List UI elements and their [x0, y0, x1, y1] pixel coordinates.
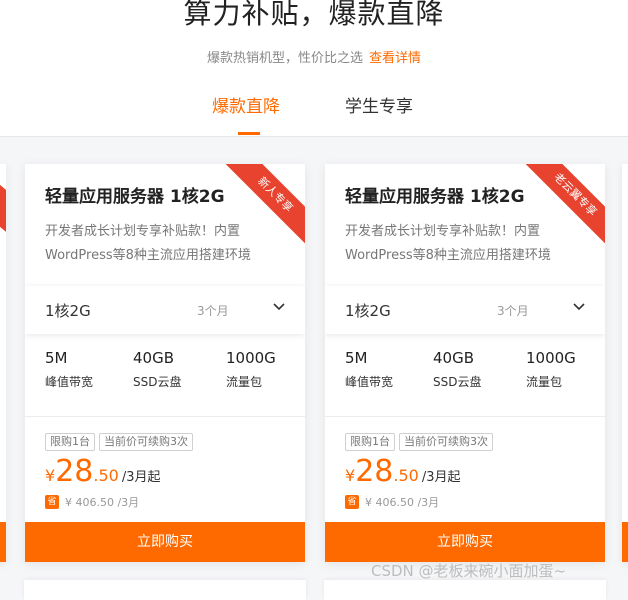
spec-value: 40GB [133, 349, 175, 367]
renewal-tag: 当前价可续购3次 [99, 433, 193, 451]
price-currency: ¥ [345, 466, 356, 485]
spec-value: 5M [345, 349, 368, 367]
spec-value: 5M [45, 349, 68, 367]
spec-label: 峰值带宽 [345, 375, 394, 389]
chevron-down-icon [273, 303, 285, 311]
price-currency: ¥ [45, 466, 56, 485]
config-duration: 3个月 [497, 304, 529, 318]
spec-list: 5M 峰值带宽 40GB SSD云盘 1000G 流量包 [45, 348, 295, 398]
config-select[interactable]: 1核2G 3个月 [325, 286, 605, 334]
original-price-row: 省 ¥ 406.50 /3月 [345, 494, 439, 510]
spec-value: 40GB [433, 349, 475, 367]
save-icon: 省 [345, 495, 359, 509]
description-line: 开发者成长计划专享补贴款！内置 [345, 224, 541, 239]
spec-traffic: 1000G 流量包 [526, 348, 576, 392]
tag-list: 限购1台 当前价可续购3次 [45, 430, 197, 451]
spec-disk: 40GB SSD云盘 [433, 348, 481, 392]
price-decimal: .50 [93, 466, 119, 485]
original-price-row: 省 ¥ 406.50 /3月 [45, 494, 139, 510]
price-decimal: .50 [393, 466, 419, 485]
spec-value: 1000G [226, 349, 276, 367]
next-row-card [324, 580, 606, 600]
original-price: ¥ 406.50 /3月 [65, 496, 140, 509]
spec-label: 流量包 [226, 375, 263, 389]
config-value: 1核2G [345, 302, 391, 320]
page-header: 算力补贴，爆款直降 爆款热销机型，性价比之选 查看详情 爆款直降 学生专享 [0, 0, 628, 137]
tab-student[interactable]: 学生专享 [345, 94, 413, 120]
price-integer: 28 [55, 454, 94, 489]
tag-list: 限购1台 当前价可续购3次 [345, 430, 497, 451]
spec-disk: 40GB SSD云盘 [133, 348, 181, 392]
active-tab-indicator [238, 132, 260, 135]
price: ¥28.50/3月起 [45, 454, 161, 489]
product-card: 轻量应用服务器 1核2G 新人专享 开发者成长计划专享补贴款！内置 WordPr… [25, 164, 305, 562]
original-price: ¥ 406.50 /3月 [365, 496, 440, 509]
card-partial-left [0, 164, 6, 562]
next-row-card [24, 580, 306, 600]
watermark: CSDN @老板来碗小面加蛋~ [371, 562, 567, 580]
view-details-link[interactable]: 查看详情 [369, 51, 421, 66]
page-title: 算力补贴，爆款直降 [183, 0, 445, 30]
card-partial-right [622, 164, 628, 562]
purchase-limit-tag: 限购1台 [45, 433, 95, 451]
product-name: 轻量应用服务器 1核2G [345, 187, 525, 207]
description-line: WordPress等8种主流应用搭建环境 [45, 248, 251, 263]
chevron-down-icon [573, 303, 585, 311]
product-description: 开发者成长计划专享补贴款！内置 WordPress等8种主流应用搭建环境 [345, 220, 585, 268]
config-select[interactable]: 1核2G 3个月 [25, 286, 305, 334]
purchase-limit-tag: 限购1台 [345, 433, 395, 451]
spec-bandwidth: 5M 峰值带宽 [45, 348, 93, 392]
divider [325, 416, 605, 417]
buy-now-button[interactable]: 立即购买 [25, 522, 305, 562]
spec-label: SSD云盘 [133, 375, 182, 389]
tab-hot-deals[interactable]: 爆款直降 [212, 94, 280, 120]
spec-list: 5M 峰值带宽 40GB SSD云盘 1000G 流量包 [345, 348, 595, 398]
ribbon-edge [0, 178, 6, 232]
spec-label: SSD云盘 [433, 375, 482, 389]
spec-label: 流量包 [526, 375, 563, 389]
price-integer: 28 [355, 454, 394, 489]
spec-value: 1000G [526, 349, 576, 367]
save-icon: 省 [45, 495, 59, 509]
description-line: WordPress等8种主流应用搭建环境 [345, 248, 551, 263]
product-description: 开发者成长计划专享补贴款！内置 WordPress等8种主流应用搭建环境 [45, 220, 285, 268]
product-name: 轻量应用服务器 1核2G [45, 187, 225, 207]
price-unit: /3月起 [121, 470, 161, 485]
tab-bar: 爆款直降 学生专享 [0, 94, 628, 136]
renewal-tag: 当前价可续购3次 [399, 433, 493, 451]
buy-button-edge[interactable] [622, 522, 628, 562]
page-subtitle: 爆款热销机型，性价比之选 查看详情 [0, 50, 628, 68]
price-unit: /3月起 [421, 470, 461, 485]
spec-bandwidth: 5M 峰值带宽 [345, 348, 393, 392]
spec-label: 峰值带宽 [45, 375, 94, 389]
description-line: 开发者成长计划专享补贴款！内置 [45, 224, 241, 239]
config-value: 1核2G [45, 302, 91, 320]
price: ¥28.50/3月起 [345, 454, 461, 489]
config-duration: 3个月 [197, 304, 229, 318]
subtitle-text: 爆款热销机型，性价比之选 [206, 51, 363, 66]
buy-button-edge[interactable] [0, 522, 6, 562]
buy-now-button[interactable]: 立即购买 [325, 522, 605, 562]
spec-traffic: 1000G 流量包 [226, 348, 276, 392]
divider [25, 416, 305, 417]
product-card: 轻量应用服务器 1核2G 老云翼专享 开发者成长计划专享补贴款！内置 WordP… [325, 164, 605, 562]
